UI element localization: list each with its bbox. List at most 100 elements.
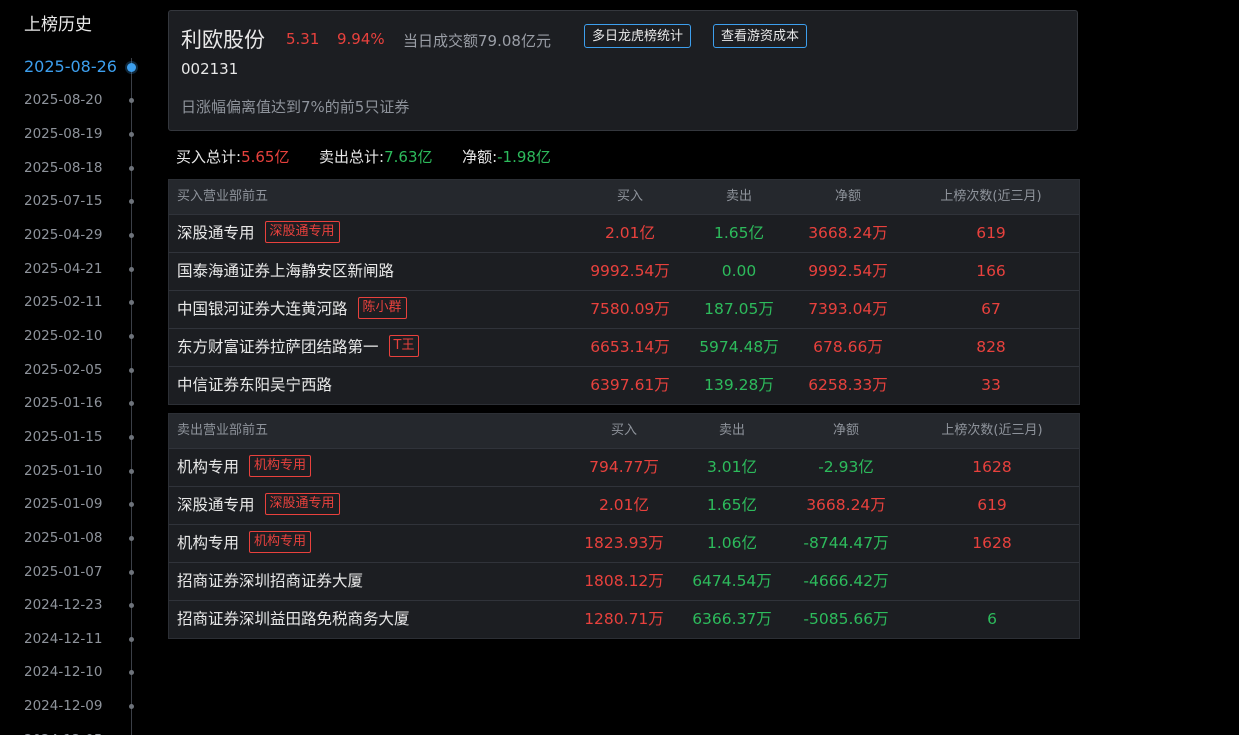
timeline-date-label: 2025-04-21	[24, 261, 103, 277]
broker-name: 中信证券东阳吴宁西路	[177, 376, 333, 394]
timeline-date-item[interactable]: 2025-01-07	[0, 560, 140, 584]
col-header-name: 卖出营业部前五	[177, 423, 269, 438]
trader-tag-badge[interactable]: 机构专用	[249, 530, 312, 553]
timeline-dot-icon	[129, 368, 134, 373]
timeline-date-item[interactable]: 2025-04-21	[0, 257, 140, 281]
sell-cell: 6366.37万	[692, 610, 772, 628]
timeline-date-item[interactable]: 2025-08-20	[0, 88, 140, 112]
broker-name-cell: 机构专用 机构专用	[177, 525, 312, 562]
timeline-date-item[interactable]: 2024-12-23	[0, 593, 140, 617]
history-sidebar: 上榜历史 2025-08-26 2025-08-20 2025-08-19 2025-…	[0, 0, 140, 735]
buy-cell: 9992.54万	[590, 262, 670, 280]
timeline-date-label: 2025-08-18	[24, 160, 103, 176]
timeline-date-item[interactable]: 2024-12-09	[0, 694, 140, 718]
count-cell: 1628	[972, 458, 1012, 476]
timeline-date-item[interactable]: 2024-12-05	[0, 728, 140, 735]
timeline-date-item[interactable]: 2025-01-08	[0, 526, 140, 550]
net-cell: 7393.04万	[808, 300, 888, 318]
net-total-value: -1.98亿	[497, 148, 551, 166]
trader-tag-badge[interactable]: 深股通专用	[264, 492, 340, 515]
timeline-date-label: 2025-01-08	[24, 530, 103, 546]
timeline-date-item[interactable]: 2025-01-09	[0, 492, 140, 516]
net-cell: 3668.24万	[806, 496, 886, 514]
timeline-date-label: 2025-04-29	[24, 227, 103, 243]
timeline-dot-icon	[129, 670, 134, 675]
timeline-dot-icon	[129, 132, 134, 137]
timeline-date-label: 2025-02-11	[24, 294, 103, 310]
timeline-dot-icon	[129, 603, 134, 608]
totals-bar: 买入总计:5.65亿 卖出总计:7.63亿 净额:-1.98亿	[176, 146, 551, 167]
col-header-sell: 卖出	[718, 423, 746, 438]
trader-tag-badge[interactable]: T王	[388, 334, 420, 357]
timeline-date-item[interactable]: 2025-01-16	[0, 391, 140, 415]
timeline-date-item[interactable]: 2025-08-19	[0, 122, 140, 146]
buy-cell: 794.77万	[589, 458, 659, 476]
net-total-label: 净额:	[462, 148, 498, 166]
timeline-dot-icon	[129, 704, 134, 709]
timeline-date-item[interactable]: 2025-08-18	[0, 156, 140, 180]
table-row[interactable]: 中国银河证券大连黄河路 陈小群 7580.09万 187.05万 7393.04万 67	[169, 291, 1079, 329]
broker-name: 机构专用	[177, 458, 240, 476]
timeline-date-label: 2024-12-23	[24, 597, 103, 613]
table-row[interactable]: 招商证券深圳招商证券大厦 1808.12万 6474.54万 -4666.42万	[169, 563, 1079, 601]
timeline-dot-icon	[129, 267, 134, 272]
timeline-date-item[interactable]: 2025-02-05	[0, 358, 140, 382]
sell-cell: 1.65亿	[706, 496, 758, 514]
timeline-date-item[interactable]: 2025-04-29	[0, 223, 140, 247]
timeline-date-item[interactable]: 2025-02-11	[0, 290, 140, 314]
net-cell: -5085.66万	[803, 610, 889, 628]
table-row[interactable]: 东方财富证券拉萨团结路第一 T王 6653.14万 5974.48万 678.66万 82…	[169, 329, 1079, 367]
broker-name: 招商证券深圳招商证券大厦	[177, 572, 364, 590]
multi-day-stats-button[interactable]: 多日龙虎榜统计	[584, 24, 692, 48]
broker-name-cell: 中信证券东阳吴宁西路	[177, 367, 332, 404]
timeline-date-label: 2024-12-09	[24, 698, 103, 714]
table-header: 买入营业部前五 买入 卖出 净额 上榜次数(近三月)	[169, 180, 1079, 215]
net-cell: -8744.47万	[803, 534, 889, 552]
broker-name: 东方财富证券拉萨团结路第一	[177, 338, 379, 356]
timeline-dot-icon	[127, 63, 136, 72]
stock-price: 5.31	[286, 30, 320, 48]
timeline-date-item[interactable]: 2024-12-11	[0, 627, 140, 651]
table-row[interactable]: 中信证券东阳吴宁西路 6397.61万 139.28万 6258.33万 33	[169, 367, 1079, 404]
table-row[interactable]: 机构专用 机构专用 794.77万 3.01亿 -2.93亿 1628	[169, 449, 1079, 487]
timeline-date-label: 2025-01-16	[24, 395, 103, 411]
table-row[interactable]: 招商证券深圳益田路免税商务大厦 1280.71万 6366.37万 -5085.66万…	[169, 601, 1079, 638]
col-header-count: 上榜次数(近三月)	[941, 423, 1043, 438]
sidebar-title: 上榜历史	[24, 15, 92, 35]
broker-name-cell: 东方财富证券拉萨团结路第一 T王	[177, 329, 420, 366]
timeline-date-item[interactable]: 2025-08-26	[0, 55, 140, 79]
listing-reason: 日涨幅偏离值达到7%的前5只证券	[181, 98, 410, 116]
trader-tag-badge[interactable]: 陈小群	[357, 296, 407, 319]
sell-cell: 6474.54万	[692, 572, 772, 590]
buy-cell: 7580.09万	[590, 300, 670, 318]
table-body: 机构专用 机构专用 794.77万 3.01亿 -2.93亿 1628 深股通专用 深股通专用…	[169, 449, 1079, 638]
buy-cell: 6397.61万	[590, 376, 670, 394]
timeline-dot-icon	[129, 98, 134, 103]
timeline-date-label: 2024-12-10	[24, 664, 103, 680]
table-row[interactable]: 深股通专用 深股通专用 2.01亿 1.65亿 3668.24万 619	[169, 487, 1079, 525]
timeline-date-item[interactable]: 2025-07-15	[0, 189, 140, 213]
net-cell: 6258.33万	[808, 376, 888, 394]
timeline-date-label: 2025-08-19	[24, 126, 103, 142]
trader-tag-badge[interactable]: 机构专用	[249, 454, 312, 477]
trader-cost-button[interactable]: 查看游资成本	[713, 24, 808, 48]
timeline-date-item[interactable]: 2025-01-10	[0, 459, 140, 483]
table-row[interactable]: 机构专用 机构专用 1823.93万 1.06亿 -8744.47万 1628	[169, 525, 1079, 563]
count-cell: 33	[981, 376, 1001, 394]
buy-brokers-table: 买入营业部前五 买入 卖出 净额 上榜次数(近三月) 深股通专用 深股通专用 2.0…	[168, 179, 1080, 405]
buy-total-label: 买入总计:	[176, 148, 242, 166]
table-row[interactable]: 国泰海通证券上海静安区新闸路 9992.54万 0.00 9992.54万 166	[169, 253, 1079, 291]
broker-name: 招商证券深圳益田路免税商务大厦	[177, 610, 410, 628]
table-row[interactable]: 深股通专用 深股通专用 2.01亿 1.65亿 3668.24万 619	[169, 215, 1079, 253]
timeline-date-label: 2025-07-15	[24, 193, 103, 209]
timeline-date-item[interactable]: 2024-12-10	[0, 660, 140, 684]
net-cell: -4666.42万	[803, 572, 889, 590]
col-header-sell: 卖出	[725, 189, 753, 204]
trader-tag-badge[interactable]: 深股通专用	[264, 220, 340, 243]
timeline-date-item[interactable]: 2025-01-15	[0, 425, 140, 449]
timeline-date-item[interactable]: 2025-02-10	[0, 324, 140, 348]
timeline-dot-icon	[129, 637, 134, 642]
timeline-date-label: 2025-08-26	[24, 57, 117, 76]
net-cell: 3668.24万	[808, 224, 888, 242]
col-header-buy: 买入	[610, 423, 638, 438]
